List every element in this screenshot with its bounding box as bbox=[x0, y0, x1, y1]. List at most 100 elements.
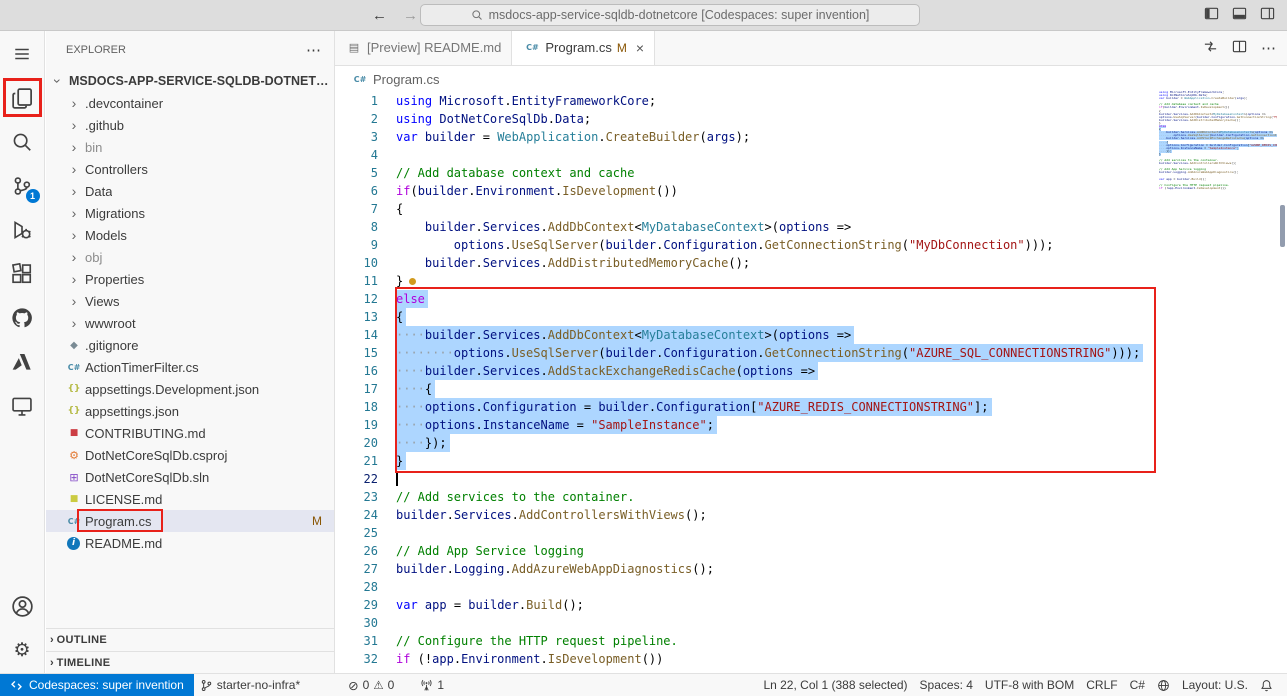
sidebar-item-controllers[interactable]: ›Controllers bbox=[46, 158, 334, 180]
code-line-20[interactable]: 20····}); bbox=[334, 434, 1287, 452]
sidebar-item-github[interactable]: ›.github bbox=[46, 114, 334, 136]
sidebar-item-properties[interactable]: ›Properties bbox=[46, 268, 334, 290]
sidebar-item-views[interactable]: ›Views bbox=[46, 290, 334, 312]
code-line-17[interactable]: 17····{ bbox=[334, 380, 1287, 398]
sidebar-item-migrations[interactable]: ›Migrations bbox=[46, 202, 334, 224]
code-line-22[interactable]: 22 bbox=[334, 470, 1287, 488]
status-errors[interactable]: ⊘0 bbox=[342, 674, 371, 696]
code-line-27[interactable]: 27builder.Logging.AddAzureWebAppDiagnost… bbox=[334, 560, 1287, 578]
sidebar-item-actiontimerfilter-cs[interactable]: C#ActionTimerFilter.cs bbox=[46, 356, 334, 378]
sidebar-item-gitignore[interactable]: ◆.gitignore bbox=[46, 334, 334, 356]
status-remote[interactable]: Codespaces: super invention bbox=[0, 674, 194, 696]
more-actions-icon[interactable]: ⋯ bbox=[306, 41, 322, 59]
code-line-6[interactable]: 6if(builder.Environment.IsDevelopment()) bbox=[334, 182, 1287, 200]
activity-item-settings[interactable]: ⚙ bbox=[0, 628, 45, 672]
code-line-3[interactable]: 3var builder = WebApplication.CreateBuil… bbox=[334, 128, 1287, 146]
sidebar-item-dotnetcoresqldb-sln[interactable]: ⊞DotNetCoreSqlDb.sln bbox=[46, 466, 334, 488]
code-line-26[interactable]: 26// Add App Service logging bbox=[334, 542, 1287, 560]
code-line-14[interactable]: 14····builder.Services.AddDbContext<MyDa… bbox=[334, 326, 1287, 344]
status-keyboard-layout[interactable]: Layout: U.S. bbox=[1176, 674, 1254, 696]
forward-button[interactable]: → bbox=[403, 7, 418, 24]
activity-item-remote-explorer[interactable] bbox=[0, 384, 45, 428]
tab-program-cs[interactable]: C#Program.csM× bbox=[512, 30, 655, 65]
command-center[interactable]: msdocs-app-service-sqldb-dotnetcore [Cod… bbox=[420, 4, 920, 26]
status-notifications[interactable] bbox=[1254, 674, 1279, 696]
activity-item-source-control[interactable]: 1 bbox=[0, 164, 45, 208]
open-changes-button[interactable] bbox=[1203, 39, 1218, 57]
code-line-11[interactable]: 11} bbox=[334, 272, 1287, 290]
code-line-16[interactable]: 16····builder.Services.AddStackExchangeR… bbox=[334, 362, 1287, 380]
sidebar-root-folder[interactable]: ›MSDOCS-APP-SERVICE-SQLDB-DOTNETCOR... bbox=[46, 70, 334, 92]
code-line-4[interactable]: 4 bbox=[334, 146, 1287, 164]
breadcrumb-label: Program.cs bbox=[373, 72, 439, 87]
back-button[interactable]: ← bbox=[372, 7, 387, 24]
code-line-10[interactable]: 10 builder.Services.AddDistributedMemory… bbox=[334, 254, 1287, 272]
sidebar-item-wwwroot[interactable]: ›wwwroot bbox=[46, 312, 334, 334]
code-line-25[interactable]: 25 bbox=[334, 524, 1287, 542]
activity-item-explorer[interactable] bbox=[0, 76, 45, 120]
breadcrumb[interactable]: C# Program.cs bbox=[334, 66, 1287, 92]
sidebar-item-appsettings-development-json[interactable]: {}appsettings.Development.json bbox=[46, 378, 334, 400]
code-line-31[interactable]: 31// Configure the HTTP request pipeline… bbox=[334, 632, 1287, 650]
activity-item-account[interactable] bbox=[0, 584, 45, 628]
status-language[interactable]: C# bbox=[1124, 674, 1151, 696]
code-line-23[interactable]: 23// Add services to the container. bbox=[334, 488, 1287, 506]
code-line-12[interactable]: 12else bbox=[334, 290, 1287, 308]
code-line-32[interactable]: 32if (!app.Environment.IsDevelopment()) bbox=[334, 650, 1287, 668]
tab-preview-readme-md[interactable]: ▤[Preview] README.md bbox=[334, 30, 512, 65]
toggle-secondary-sidebar-button[interactable] bbox=[1260, 6, 1275, 24]
code-line-21[interactable]: 21} bbox=[334, 452, 1287, 470]
sidebar-item-license-md[interactable]: ■LICENSE.md bbox=[46, 488, 334, 510]
minimap[interactable]: using Microsoft.EntityFrameworkCore;usin… bbox=[1159, 91, 1277, 190]
sidebar-item-models[interactable]: ›Models bbox=[46, 224, 334, 246]
code-line-30[interactable]: 30 bbox=[334, 614, 1287, 632]
sidebar-item-readme-md[interactable]: iREADME.md bbox=[46, 532, 334, 554]
code-line-8[interactable]: 8 builder.Services.AddDbContext<MyDataba… bbox=[334, 218, 1287, 236]
toggle-primary-sidebar-button[interactable] bbox=[1204, 6, 1219, 24]
activity-item-extensions[interactable] bbox=[0, 252, 45, 296]
code-line-29[interactable]: 29var app = builder.Build(); bbox=[334, 596, 1287, 614]
code-line-19[interactable]: 19····options.InstanceName = "SampleInst… bbox=[334, 416, 1287, 434]
status-encoding[interactable]: UTF-8 with BOM bbox=[979, 674, 1080, 696]
code-line-7[interactable]: 7{ bbox=[334, 200, 1287, 218]
activity-item-azure[interactable] bbox=[0, 340, 45, 384]
code-line-1[interactable]: 1using Microsoft.EntityFrameworkCore; bbox=[334, 92, 1287, 110]
code-line-13[interactable]: 13{ bbox=[334, 308, 1287, 326]
code-line-24[interactable]: 24builder.Services.AddControllersWithVie… bbox=[334, 506, 1287, 524]
activity-item-github[interactable] bbox=[0, 296, 45, 340]
sidebar-item-appsettings-json[interactable]: {}appsettings.json bbox=[46, 400, 334, 422]
code-line-28[interactable]: 28 bbox=[334, 578, 1287, 596]
status-branch[interactable]: starter-no-infra* bbox=[194, 674, 306, 696]
section-outline[interactable]: ›OUTLINE bbox=[46, 628, 334, 651]
code-line-5[interactable]: 5// Add database context and cache bbox=[334, 164, 1287, 182]
sidebar-item-dotnetcoresqldb-csproj[interactable]: ⚙DotNetCoreSqlDb.csproj bbox=[46, 444, 334, 466]
status-ports[interactable]: 1 bbox=[414, 674, 450, 696]
activity-item-run-debug[interactable] bbox=[0, 208, 45, 252]
close-icon[interactable]: × bbox=[636, 40, 644, 56]
sidebar-item-devcontainer[interactable]: ›.devcontainer bbox=[46, 92, 334, 114]
scrollbar-thumb[interactable] bbox=[1280, 205, 1285, 247]
line-number: 30 bbox=[334, 614, 378, 632]
status-eol[interactable]: CRLF bbox=[1080, 674, 1123, 696]
activity-item-search[interactable] bbox=[0, 120, 45, 164]
status-cursor-position[interactable]: Ln 22, Col 1 (388 selected) bbox=[757, 674, 913, 696]
sidebar-item-obj[interactable]: ›obj bbox=[46, 246, 334, 268]
sidebar-item-program-cs[interactable]: C#Program.csM bbox=[46, 510, 334, 532]
activity-item-menu[interactable] bbox=[0, 32, 45, 76]
code-line-18[interactable]: 18····options.Configuration = builder.Co… bbox=[334, 398, 1287, 416]
code-line-9[interactable]: 9 options.UseSqlServer(builder.Configura… bbox=[334, 236, 1287, 254]
code-line-2[interactable]: 2using DotNetCoreSqlDb.Data; bbox=[334, 110, 1287, 128]
split-editor-button[interactable] bbox=[1232, 39, 1247, 57]
sidebar-item-data[interactable]: ›Data bbox=[46, 180, 334, 202]
status-browser[interactable] bbox=[1151, 674, 1176, 696]
status-indentation[interactable]: Spaces: 4 bbox=[914, 674, 979, 696]
sidebar-item-bin[interactable]: ›bin bbox=[46, 136, 334, 158]
command-center-text: msdocs-app-service-sqldb-dotnetcore [Cod… bbox=[489, 8, 870, 22]
section-timeline[interactable]: ›TIMELINE bbox=[46, 651, 334, 674]
code-line-15[interactable]: 15········options.UseSqlServer(builder.C… bbox=[334, 344, 1287, 362]
line-number: 1 bbox=[334, 92, 378, 110]
sidebar-item-contributing-md[interactable]: ■CONTRIBUTING.md bbox=[46, 422, 334, 444]
status-warnings[interactable]: ⚠0 bbox=[371, 674, 400, 696]
more-actions-button[interactable]: ⋯ bbox=[1261, 39, 1277, 57]
toggle-panel-button[interactable] bbox=[1232, 6, 1247, 24]
